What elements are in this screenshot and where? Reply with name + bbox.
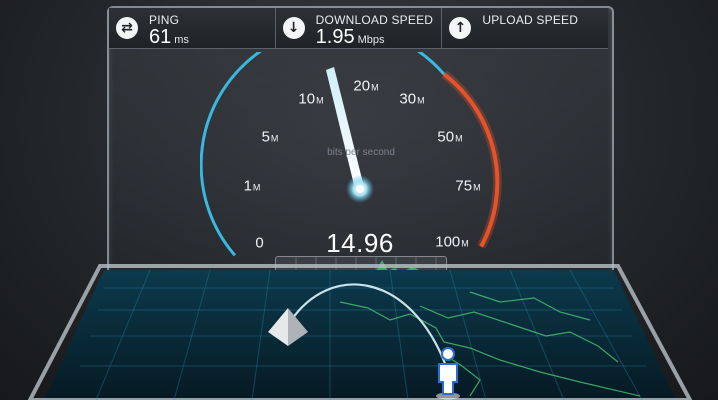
tick-label-100m: 100M: [435, 234, 469, 251]
tick-suffix-75m: M: [473, 182, 481, 193]
gauge-arc-blue: [200, 52, 446, 257]
tick-suffix-1m: M: [252, 182, 261, 193]
gauge-caption: bits per second: [327, 147, 395, 158]
upload-label: UPLOAD SPEED: [482, 13, 579, 27]
arrow-up-icon: ↑: [449, 17, 472, 39]
upload-stat: ↑ UPLOAD SPEED: [442, 8, 608, 48]
tick-num-0: 0: [255, 234, 264, 252]
tick-num-5m: 5: [261, 128, 270, 146]
tick-label-75m: 75M: [455, 178, 480, 195]
download-label: DOWNLOAD SPEED: [315, 13, 434, 27]
ping-value: 61 ms: [149, 26, 189, 49]
speedtest-app: ⇄ PING 61 ms ↓ DOWNLOAD SPEED 1.95 Mbps ↑ …: [0, 0, 718, 400]
download-number: 1.95: [315, 26, 355, 48]
tick-num-50m: 50: [437, 128, 455, 146]
tick-suffix-100m: M: [461, 238, 469, 249]
needle-hub-core: [356, 185, 364, 193]
tick-label-0: 0: [255, 235, 264, 252]
tick-num-100m: 100: [435, 233, 461, 251]
tick-suffix-50m: M: [455, 133, 463, 144]
download-stat: ↓ DOWNLOAD SPEED 1.95 Mbps: [276, 8, 443, 48]
gauge-arc-orange-glow: [441, 70, 502, 249]
tick-suffix-10m: M: [316, 95, 324, 106]
tick-num-20m: 20: [353, 77, 371, 95]
tick-suffix-5m: M: [270, 133, 279, 144]
tick-suffix-20m: M: [371, 82, 379, 93]
tick-label-1m: 1M: [244, 178, 261, 195]
tick-label-5m: 5M: [262, 129, 279, 146]
tick-label-50m: 50M: [437, 129, 462, 146]
tick-num-1m: 1: [243, 177, 252, 195]
ping-stat: ⇄ PING 61 ms: [109, 8, 276, 48]
tick-label-20m: 20M: [353, 78, 378, 95]
tick-num-75m: 75: [455, 177, 473, 195]
ping-number: 61: [149, 26, 172, 48]
tick-label-10m: 10M: [298, 91, 323, 108]
tick-suffix-30m: M: [417, 95, 425, 106]
tick-label-30m: 30M: [399, 91, 424, 108]
ping-unit: ms: [174, 34, 189, 46]
swap-arrows-icon: ⇄: [116, 17, 138, 39]
ping-label: PING: [149, 13, 180, 27]
tick-num-30m: 30: [399, 90, 417, 108]
map-floor: [27, 264, 693, 400]
download-unit: Mbps: [357, 34, 385, 46]
download-value: 1.95 Mbps: [316, 26, 385, 49]
stats-bar: ⇄ PING 61 ms ↓ DOWNLOAD SPEED 1.95 Mbps ↑ …: [109, 8, 608, 49]
speed-readout: 14.96: [326, 228, 394, 258]
tick-num-10m: 10: [298, 90, 316, 108]
server-marker-icon: [268, 308, 308, 346]
speed-gauge: 0 1M 5M 10M 20M 30M 50M 75M 100M bits pe…: [200, 52, 520, 267]
arrow-down-icon: ↓: [282, 17, 305, 39]
user-location-icon: [436, 347, 460, 400]
